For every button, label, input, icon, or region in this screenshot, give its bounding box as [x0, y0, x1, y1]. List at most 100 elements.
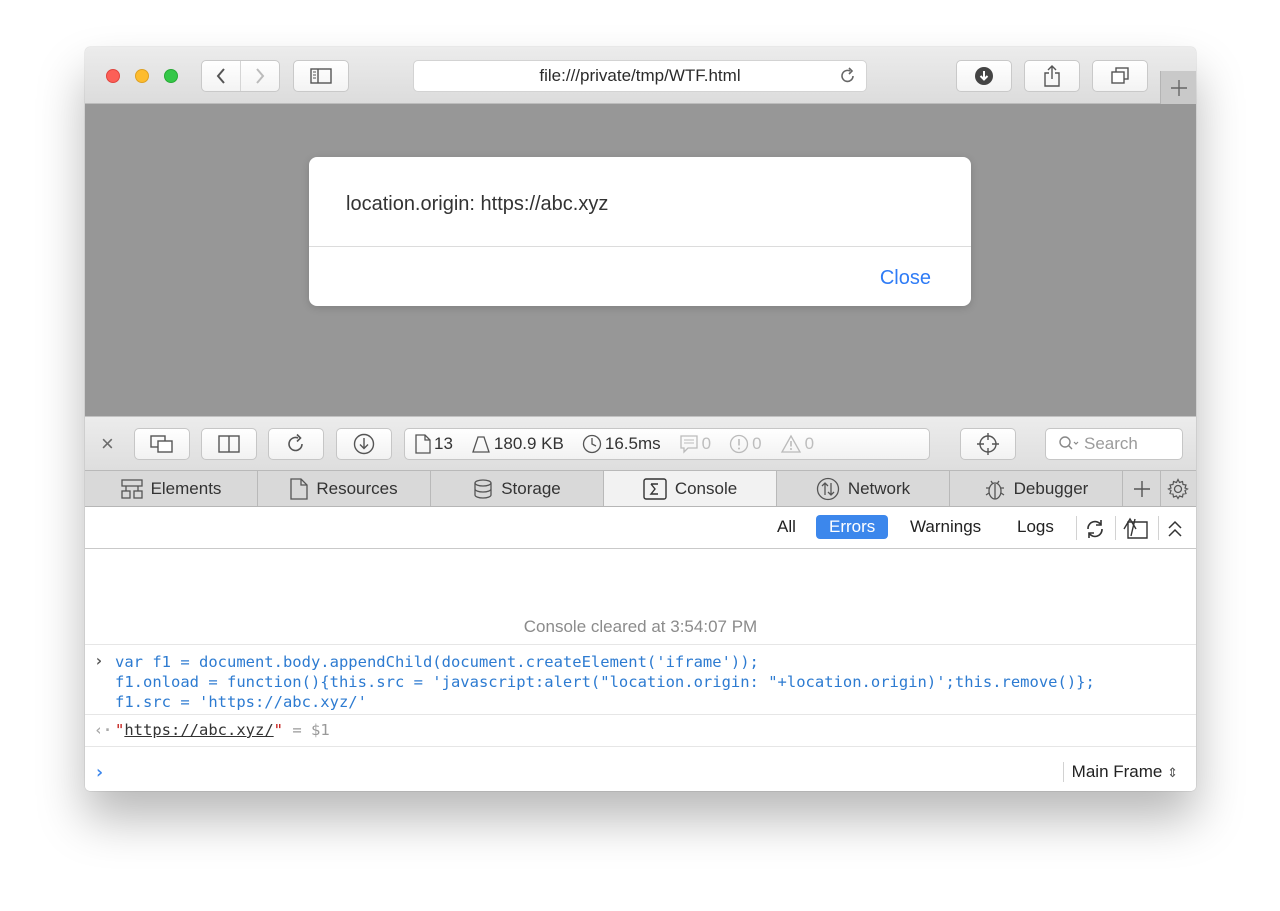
download-icon — [975, 67, 993, 85]
safari-window: file:///private/tmp/WTF.html location.or… — [85, 47, 1196, 791]
result-url-link[interactable]: https://abc.xyz/ — [124, 721, 273, 739]
downloads-button[interactable] — [956, 60, 1012, 92]
filter-warnings[interactable]: Warnings — [910, 517, 981, 537]
resource-size[interactable]: 180.9 KB — [471, 434, 564, 454]
message-icon — [679, 435, 698, 454]
alert-message: location.origin: https://abc.xyz — [346, 193, 609, 215]
search-icon — [1059, 436, 1079, 450]
clock-icon — [582, 434, 602, 454]
tab-console-label: Console — [674, 478, 738, 498]
chevron-left-icon — [216, 68, 225, 84]
address-bar[interactable]: file:///private/tmp/WTF.html — [413, 60, 867, 92]
navigation-buttons — [201, 60, 280, 92]
console-divider — [85, 644, 1196, 645]
tab-storage-label: Storage — [501, 478, 561, 498]
storage-icon — [474, 478, 492, 499]
result-quote-open: " — [115, 721, 125, 739]
error-count[interactable]: 0 — [729, 434, 762, 454]
console-divider — [85, 746, 1196, 747]
alert-divider — [309, 246, 971, 247]
input-prompt-icon: › — [94, 651, 104, 670]
result-arrow-icon: ‹· — [94, 721, 113, 739]
resource-count-value: 13 — [434, 434, 453, 453]
debugger-icon — [985, 480, 1005, 500]
clear-on-reload-button[interactable] — [1083, 517, 1107, 546]
console-cleared-message: Console cleared at 3:54:07 PM — [523, 617, 758, 636]
filter-divider — [1076, 516, 1077, 540]
close-window-button[interactable] — [106, 69, 120, 83]
filter-logs[interactable]: Logs — [1017, 517, 1054, 537]
reload-inspected-page-button[interactable] — [268, 428, 324, 460]
close-inspector-icon[interactable]: × — [101, 433, 114, 455]
alert-close-button[interactable]: Close — [880, 267, 931, 290]
page-stats-bar: 13 180.9 KB 16.5ms 0 0 0 — [404, 428, 930, 460]
share-button[interactable] — [1024, 60, 1080, 92]
console-icon — [643, 477, 667, 500]
zoom-window-button[interactable] — [164, 69, 178, 83]
chevron-up-icon — [1168, 520, 1182, 537]
web-content-area: location.origin: https://abc.xyz Close — [85, 104, 1196, 416]
search-placeholder: Search — [1084, 434, 1138, 453]
collapse-console-button[interactable] — [1168, 520, 1182, 543]
new-tab-button[interactable] — [1160, 71, 1196, 104]
console-input-code: var f1 = document.body.appendChild(docum… — [115, 652, 1095, 712]
reload-icon — [841, 67, 854, 83]
minimize-window-button[interactable] — [135, 69, 149, 83]
warning-count[interactable]: 0 — [780, 434, 814, 454]
sidebar-icon — [310, 68, 332, 84]
detach-window-icon — [150, 435, 173, 453]
execution-context-selector[interactable]: Main Frame ⇕ — [1062, 762, 1178, 782]
detach-inspector-button[interactable] — [134, 428, 190, 460]
code-line: var f1 = document.body.appendChild(docum… — [115, 653, 759, 671]
reload-page-button[interactable] — [838, 66, 858, 91]
tab-debugger-label: Debugger — [1013, 478, 1089, 498]
inspector-tab-bar: Elements Resources Storage Console Netwo… — [85, 471, 1196, 507]
log-count[interactable]: 0 — [679, 434, 711, 454]
forward-button[interactable] — [240, 61, 279, 91]
load-time[interactable]: 16.5ms — [582, 434, 661, 454]
error-icon — [729, 434, 749, 454]
tab-storage[interactable]: Storage — [431, 471, 604, 506]
title-bar: file:///private/tmp/WTF.html — [85, 47, 1196, 104]
split-pane-icon — [218, 435, 240, 453]
filter-all[interactable]: All — [777, 517, 796, 537]
gear-icon — [1167, 477, 1189, 500]
filter-errors[interactable]: Errors — [816, 515, 889, 539]
up-down-chevron-icon: ⇕ — [1167, 765, 1178, 780]
result-variable: = $1 — [292, 721, 330, 739]
add-tab-button[interactable] — [1123, 471, 1161, 506]
inspect-element-button[interactable] — [960, 428, 1016, 460]
document-icon — [415, 434, 431, 454]
console-output[interactable]: Console cleared at 3:54:07 PM › var f1 =… — [85, 550, 1196, 791]
load-time-value: 16.5ms — [604, 434, 661, 453]
clear-log-icon — [1123, 517, 1148, 539]
weight-icon — [472, 436, 490, 453]
download-archive-button[interactable] — [336, 428, 392, 460]
resource-count[interactable]: 13 — [415, 434, 453, 454]
warning-icon — [780, 434, 801, 453]
frame-label: Main Frame — [1071, 762, 1163, 781]
clear-console-button[interactable] — [1122, 516, 1150, 545]
tab-elements[interactable]: Elements — [85, 471, 258, 506]
tab-resources[interactable]: Resources — [258, 471, 431, 506]
show-tabs-button[interactable] — [1092, 60, 1148, 92]
console-prompt-icon: › — [94, 762, 105, 783]
resources-icon — [290, 477, 309, 500]
dock-side-button[interactable] — [201, 428, 257, 460]
tab-elements-label: Elements — [150, 478, 222, 498]
network-icon — [816, 477, 839, 500]
tab-network[interactable]: Network — [777, 471, 950, 506]
back-button[interactable] — [202, 61, 240, 91]
settings-button[interactable] — [1161, 471, 1195, 506]
elements-icon — [120, 478, 143, 499]
chevron-right-icon — [256, 68, 265, 84]
code-line: f1.onload = function(){this.src = 'javas… — [115, 673, 1095, 691]
console-filter-bar: All Errors Warnings Logs — [85, 507, 1196, 549]
share-icon — [1044, 65, 1060, 87]
tabs-overview-icon — [1111, 67, 1129, 84]
tab-debugger[interactable]: Debugger — [950, 471, 1123, 506]
tab-console[interactable]: Console — [604, 471, 777, 506]
resource-size-value: 180.9 KB — [493, 434, 564, 453]
sidebar-button[interactable] — [293, 60, 349, 92]
inspector-search-field[interactable]: Search — [1045, 428, 1183, 460]
